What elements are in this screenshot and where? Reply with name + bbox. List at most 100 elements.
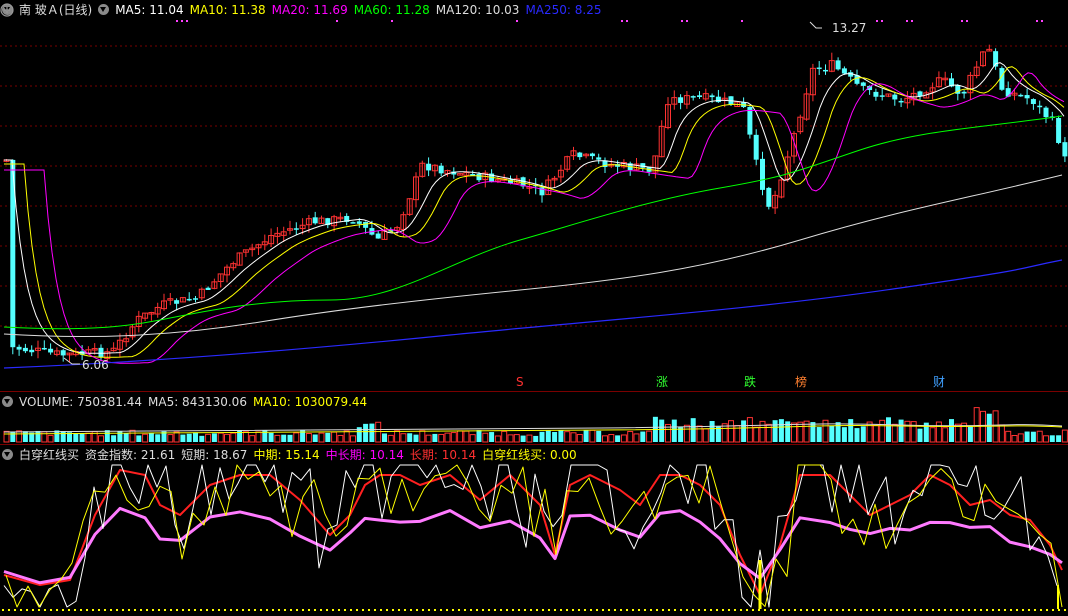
signal-tag-s[interactable]: S bbox=[515, 376, 525, 389]
price-chart-panel[interactable]: 南 玻Ａ(日线) MA5: 11.04 MA10: 11.38 MA20: 11.69… bbox=[0, 0, 1068, 391]
candle-body bbox=[363, 221, 369, 228]
low-price-label: 6.06 bbox=[82, 358, 109, 372]
baseline-dot bbox=[194, 609, 196, 611]
signal-dot bbox=[966, 20, 968, 22]
signal-tag-rank[interactable]: 榜 bbox=[794, 376, 808, 389]
chevron-down-icon[interactable] bbox=[2, 396, 13, 407]
volume-bar bbox=[104, 430, 110, 442]
volume-bar bbox=[136, 435, 142, 442]
baseline-dot bbox=[830, 609, 832, 611]
baseline-dot bbox=[842, 609, 844, 611]
volume-bar bbox=[608, 434, 615, 443]
volume-bar bbox=[312, 434, 318, 442]
baseline-dot bbox=[1010, 609, 1012, 611]
signal-tag-fall[interactable]: 跌 bbox=[743, 376, 757, 389]
candle-body bbox=[760, 158, 765, 190]
volume-bar bbox=[640, 431, 646, 442]
baseline-dot bbox=[866, 609, 868, 611]
baseline-dot bbox=[284, 609, 286, 611]
candle-body bbox=[879, 95, 885, 97]
baseline-dot bbox=[404, 609, 406, 611]
baseline-dot bbox=[896, 609, 898, 611]
indicator-panel[interactable]: 白穿红线买 资金指数: 21.61 短期: 18.67 中期: 15.14 中长期: 1… bbox=[0, 444, 1068, 616]
volume-legend: VOLUME: 750381.44 MA5: 843130.06 MA10: 103… bbox=[2, 395, 373, 410]
baseline-dot bbox=[536, 609, 538, 611]
volume-bar bbox=[343, 430, 350, 443]
volume-bar bbox=[520, 435, 526, 442]
signal-dot bbox=[881, 20, 883, 22]
volume-bar bbox=[142, 433, 149, 443]
candle-body bbox=[16, 346, 22, 350]
baseline-dot bbox=[392, 609, 394, 611]
baseline-dot bbox=[578, 609, 580, 611]
baseline-dot bbox=[422, 609, 424, 611]
volume-bar bbox=[929, 427, 936, 443]
volume-bar bbox=[854, 428, 860, 442]
signal-dot bbox=[686, 20, 688, 22]
volume-bar bbox=[331, 431, 338, 443]
volume-bar bbox=[79, 433, 85, 442]
baseline-dot bbox=[650, 609, 652, 611]
baseline-dot bbox=[920, 609, 922, 611]
baseline-dot bbox=[254, 609, 256, 611]
signal-tag-finance[interactable]: 财 bbox=[932, 376, 946, 389]
candle-body bbox=[98, 347, 104, 358]
baseline-dot bbox=[632, 609, 634, 611]
baseline-dot bbox=[518, 609, 520, 611]
chevron-down-icon[interactable] bbox=[98, 4, 110, 15]
baseline-dot bbox=[710, 609, 712, 611]
baseline-dot bbox=[188, 609, 190, 611]
volume-bar bbox=[797, 421, 804, 443]
candle-body bbox=[1062, 142, 1068, 157]
volume-bar bbox=[123, 433, 129, 442]
signal-dot bbox=[1036, 20, 1038, 22]
signal-tag-rise[interactable]: 涨 bbox=[655, 376, 669, 389]
candle-body bbox=[873, 91, 879, 97]
candle-body bbox=[753, 134, 759, 160]
candle-body bbox=[640, 163, 646, 168]
baseline-dot bbox=[326, 609, 328, 611]
baseline-dot bbox=[458, 609, 460, 611]
volume-panel[interactable]: VOLUME: 750381.44 MA5: 843130.06 MA10: 103… bbox=[0, 391, 1068, 445]
volume-bar bbox=[620, 434, 627, 443]
volume-bar bbox=[432, 433, 438, 442]
volume-bar bbox=[167, 434, 174, 443]
baseline-dot bbox=[182, 609, 184, 611]
baseline-dot bbox=[554, 609, 556, 611]
indicator-legend: 白穿红线买 资金指数: 21.61 短期: 18.67 中期: 15.14 中长期: 1… bbox=[2, 448, 583, 463]
volume-bar bbox=[778, 419, 784, 442]
volume-bar bbox=[935, 421, 942, 443]
baseline-dot bbox=[506, 609, 508, 611]
baseline-dot bbox=[200, 609, 202, 611]
volume-bar bbox=[249, 435, 256, 443]
volume-bar bbox=[35, 430, 41, 442]
baseline-dot bbox=[836, 609, 838, 611]
volume-bar bbox=[615, 435, 621, 442]
signal-dot bbox=[186, 20, 188, 22]
baseline-dot bbox=[512, 609, 514, 611]
baseline-dot bbox=[248, 609, 250, 611]
volume-bar bbox=[690, 418, 696, 442]
baseline-dot bbox=[560, 609, 562, 611]
baseline-dot bbox=[1058, 609, 1060, 611]
baseline-dot bbox=[674, 609, 676, 611]
candle-body bbox=[961, 91, 967, 94]
baseline-dot bbox=[50, 609, 52, 611]
volume-bar bbox=[425, 434, 432, 443]
baseline-dot bbox=[110, 609, 112, 611]
indicator-chart[interactable] bbox=[0, 445, 1068, 616]
volume-bar bbox=[898, 419, 904, 442]
candle-body bbox=[174, 300, 180, 304]
expand-icon[interactable] bbox=[0, 3, 14, 17]
baseline-dot bbox=[752, 609, 754, 611]
baseline-dot bbox=[62, 609, 64, 611]
baseline-dot bbox=[602, 609, 604, 611]
candlestick-chart[interactable]: 13.27 6.06 bbox=[0, 0, 1068, 391]
baseline-dot bbox=[350, 609, 352, 611]
signal-dot bbox=[911, 20, 913, 22]
volume-bar bbox=[173, 431, 180, 443]
baseline-dot bbox=[746, 609, 748, 611]
baseline-dot bbox=[38, 609, 40, 611]
baseline-dot bbox=[452, 609, 454, 611]
chevron-down-icon[interactable] bbox=[2, 449, 13, 460]
